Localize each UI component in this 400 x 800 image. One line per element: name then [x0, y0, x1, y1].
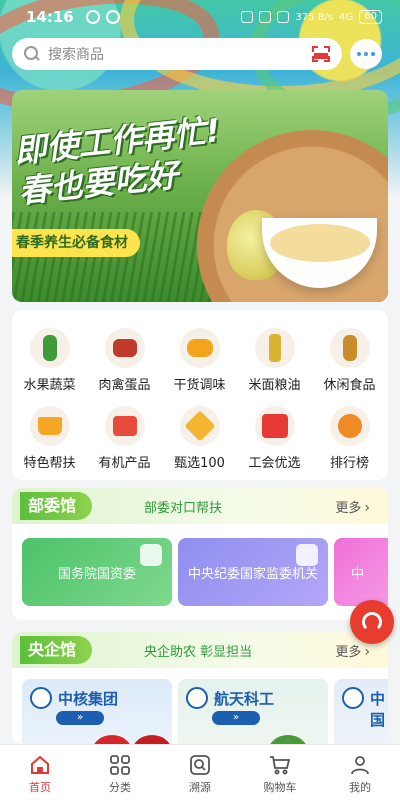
battery-icon: 60: [359, 10, 382, 24]
customer-service-button[interactable]: [350, 600, 394, 644]
oil-icon: [254, 328, 295, 368]
status-bar: 14:16 375 B/s 4G 60: [0, 0, 400, 34]
trace-icon: [189, 754, 211, 776]
home-icon: [29, 754, 51, 776]
badge-icon: [140, 544, 162, 566]
brand-logo-icon: [342, 687, 364, 709]
section-title: 央企馆: [20, 636, 93, 664]
nav-home[interactable]: 首页: [0, 745, 80, 800]
category-item[interactable]: 排行榜: [312, 406, 387, 471]
signal-indicator: 4G: [339, 11, 354, 23]
user-icon: [349, 754, 371, 776]
vegetable-image: [268, 735, 308, 744]
status-time: 14:16: [26, 8, 74, 26]
nav-trace[interactable]: 溯源: [160, 745, 240, 800]
union-badge-icon: [254, 406, 295, 446]
honey-icon: [179, 328, 220, 368]
brand-tile[interactable]: 中国: [334, 679, 388, 744]
section-subtitle: 部委对口帮扶: [144, 501, 223, 516]
brand-logo-icon: [30, 687, 52, 709]
nfc-icon: [241, 11, 254, 23]
vegetable-icon: [29, 328, 70, 368]
more-link[interactable]: 更多: [335, 497, 370, 516]
message-button[interactable]: [350, 39, 382, 69]
category-item[interactable]: 干货调味: [162, 328, 237, 393]
search-placeholder: 搜索商品: [48, 47, 104, 63]
ministry-tile[interactable]: 国务院国资委: [22, 538, 172, 606]
notification-icon: [105, 10, 120, 24]
category-item[interactable]: 米面粮油: [237, 328, 312, 393]
category-item[interactable]: 休闲食品: [312, 328, 387, 393]
category-item[interactable]: 水果蔬菜: [12, 328, 87, 393]
brand-tile[interactable]: 中核集团 »: [22, 679, 172, 744]
arrow-right-icon: »: [212, 711, 260, 725]
section-header: 部委馆 部委对口帮扶 更多: [12, 488, 388, 524]
section-header: 央企馆 央企助农 彰显担当 更多: [12, 632, 388, 668]
ranking-icon: [329, 406, 370, 446]
section-title: 部委馆: [20, 492, 93, 520]
alarm-icon: [259, 11, 272, 23]
crown-icon: [29, 406, 70, 446]
brand-tile[interactable]: 航天科工 »: [178, 679, 328, 744]
ministry-tile[interactable]: 中央纪委国家监委机关: [178, 538, 328, 606]
gift-box-icon: [104, 406, 145, 446]
meat-icon: [104, 328, 145, 368]
net-speed: 375 B/s: [295, 11, 334, 23]
nav-profile[interactable]: 我的: [320, 745, 400, 800]
more-link[interactable]: 更多: [335, 641, 370, 660]
search-icon: [24, 46, 40, 62]
section-subtitle: 央企助农 彰显担当: [144, 645, 253, 660]
category-item[interactable]: 工会优选: [237, 406, 312, 471]
search-input[interactable]: 搜索商品: [12, 38, 342, 70]
promo-banner[interactable]: 即使工作再忙!春也要吃好 春季养生必备食材: [12, 90, 388, 302]
grid-icon: [109, 754, 131, 776]
bottom-nav: 首页 分类 溯源 购物车 我的: [0, 744, 400, 800]
notification-icon: [85, 10, 100, 24]
brand-logo-icon: [186, 687, 208, 709]
nav-cart[interactable]: 购物车: [240, 745, 320, 800]
scan-icon[interactable]: [312, 46, 330, 62]
diamond-icon: [179, 406, 220, 446]
arrow-right-icon: »: [56, 711, 104, 725]
snack-icon: [329, 328, 370, 368]
ministry-section: 部委馆 部委对口帮扶 更多 国务院国资委 中央纪委国家监委机关 中: [12, 488, 388, 620]
badge-icon: [296, 544, 318, 566]
banner-title: 即使工作再忙!春也要吃好: [12, 111, 222, 211]
category-item[interactable]: 有机产品: [87, 406, 162, 471]
category-grid: 水果蔬菜 肉禽蛋品 干货调味 米面粮油 休闲食品 特色帮扶 有机产品 甄选100…: [12, 310, 388, 480]
headset-icon: [362, 612, 382, 632]
cart-icon: [269, 754, 291, 776]
nav-category[interactable]: 分类: [80, 745, 160, 800]
category-item[interactable]: 甄选100: [162, 406, 237, 471]
fruit-image: [92, 735, 132, 744]
bluetooth-icon: [277, 11, 290, 23]
category-item[interactable]: 特色帮扶: [12, 406, 87, 471]
banner-tag: 春季养生必备食材: [12, 229, 140, 257]
chat-dots-icon: [357, 52, 361, 56]
ministry-tile[interactable]: 中: [334, 538, 388, 606]
central-enterprise-section: 央企馆 央企助农 彰显担当 更多 中核集团 » 航天科工 » 中国: [12, 632, 388, 744]
category-item[interactable]: 肉禽蛋品: [87, 328, 162, 393]
